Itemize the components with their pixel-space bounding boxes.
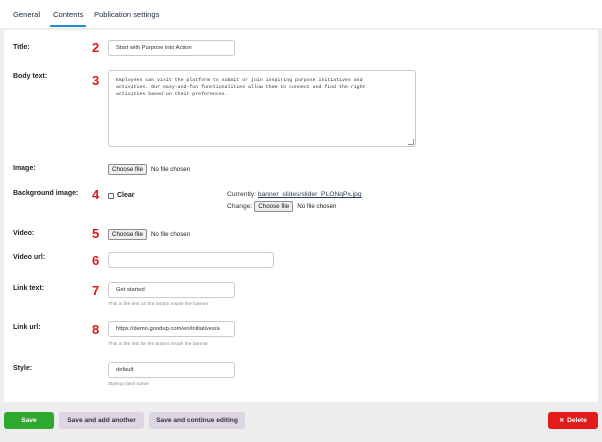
link-text-help: This is the text on the button inside th…: [108, 302, 209, 307]
currently-row: Currently: banner_slides/slider_PLONqPx.…: [227, 191, 362, 198]
link-text-label: Link text:: [13, 285, 45, 292]
video-label: Video:: [13, 230, 35, 237]
video-url-input[interactable]: [108, 252, 274, 268]
background-image-label: Background image:: [13, 190, 79, 197]
tab-general[interactable]: General: [13, 10, 40, 19]
image-file-status: No file chosen: [150, 166, 191, 173]
tab-contents[interactable]: Contents: [49, 10, 87, 27]
close-icon: ✕: [559, 418, 565, 424]
marker-8: 8: [92, 322, 100, 337]
background-file-status: No file chosen: [297, 203, 337, 210]
background-file-input: Change: Choose file No file chosen: [227, 201, 336, 212]
video-file-input: Choose file No file chosen: [108, 229, 190, 240]
style-label: Style:: [13, 365, 33, 372]
current-image-link[interactable]: banner_slides/slider_PLONqPx.jpg: [258, 191, 362, 198]
style-help: Styling class name: [108, 382, 149, 387]
image-label: Image:: [13, 165, 36, 172]
tab-publication-settings[interactable]: Publication settings: [94, 10, 159, 19]
video-url-label: Video url:: [13, 254, 46, 261]
body-text-label: Body text:: [13, 73, 48, 80]
body-text-area[interactable]: Employees can visit the platform to subm…: [108, 70, 416, 147]
style-input[interactable]: default: [108, 362, 235, 378]
marker-7: 7: [92, 283, 100, 298]
link-url-label: Link url:: [13, 324, 41, 331]
marker-6: 6: [92, 253, 100, 268]
title-input[interactable]: Start with Purpose into Action: [108, 40, 235, 56]
video-choose-file-button[interactable]: Choose file: [108, 229, 147, 240]
marker-5: 5: [92, 226, 100, 241]
change-label: Change:: [227, 203, 253, 210]
currently-label: Currently:: [227, 191, 256, 198]
save-and-add-another-button[interactable]: Save and add another: [59, 412, 144, 429]
marker-3: 3: [92, 73, 100, 88]
clear-checkbox[interactable]: [108, 192, 114, 199]
title-label: Title:: [13, 44, 30, 51]
image-file-input: Choose file No file chosen: [108, 164, 190, 175]
image-choose-file-button[interactable]: Choose file: [108, 164, 147, 175]
clear-control: Clear: [108, 192, 135, 199]
delete-button[interactable]: ✕ Delete: [548, 412, 598, 429]
delete-label: Delete: [567, 417, 587, 424]
marker-4: 4: [92, 187, 100, 202]
body-text-line: activities. Our easy-and-fun functionali…: [116, 85, 366, 90]
marker-2: 2: [92, 40, 100, 55]
link-url-help: This is the link for the button inside t…: [108, 342, 209, 347]
tab-bar: General Contents Publication settings: [0, 0, 602, 28]
link-text-input[interactable]: Get started: [108, 282, 235, 298]
clear-label: Clear: [117, 192, 135, 199]
save-and-continue-editing-button[interactable]: Save and continue editing: [149, 412, 245, 429]
save-button[interactable]: Save: [4, 412, 54, 429]
body-text-line: Employees can visit the platform to subm…: [116, 78, 363, 83]
video-file-status: No file chosen: [150, 231, 191, 238]
resize-handle-icon[interactable]: [408, 139, 414, 145]
background-choose-file-button[interactable]: Choose file: [254, 201, 294, 212]
link-url-input[interactable]: https://demo.goodup.com/en/initiatives/a: [108, 321, 235, 337]
body-text-line: activities based on their preferences.: [116, 92, 228, 97]
